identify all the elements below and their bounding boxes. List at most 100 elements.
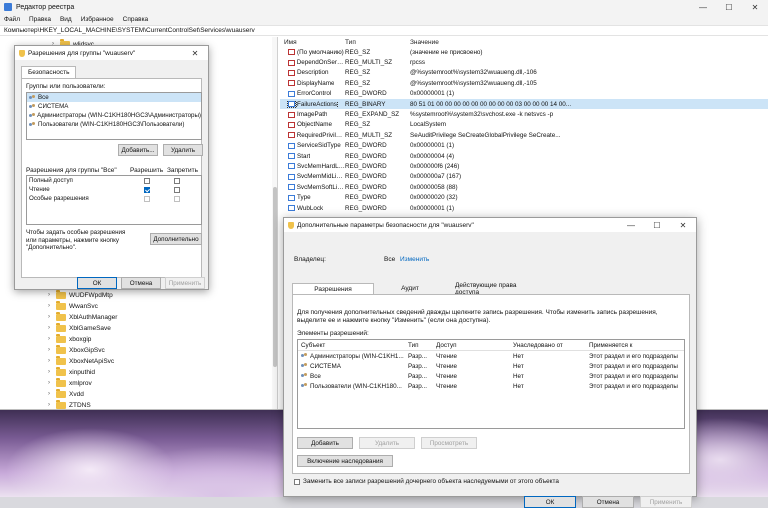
advanced-button[interactable]: Дополнительно <box>150 233 202 245</box>
list-item[interactable]: СИСТЕМА <box>27 102 201 111</box>
ok-button[interactable]: ОК <box>524 496 576 508</box>
replace-checkbox[interactable] <box>294 478 300 485</box>
tree-item[interactable]: › XboxGipSvc <box>48 345 105 355</box>
view-entry-button[interactable]: Просмотреть <box>421 437 477 449</box>
tree-item[interactable]: › Xvdd <box>48 389 84 399</box>
minimize-icon[interactable]: — <box>690 0 716 14</box>
close-icon[interactable]: ✕ <box>182 46 208 60</box>
entry-subject: Все <box>310 372 321 380</box>
maximize-icon[interactable]: ☐ <box>716 0 742 14</box>
value-name-cell: DependOnService <box>280 59 345 66</box>
table-row[interactable]: DisplayName REG_SZ @%systemroot%\system32\… <box>280 78 768 88</box>
remove-entry-button[interactable]: Удалить <box>359 437 415 449</box>
enable-inheritance-button[interactable]: Включение наследования <box>297 455 393 467</box>
deny-checkbox[interactable] <box>174 177 180 184</box>
tree-item[interactable]: › XblGameSave <box>48 323 111 333</box>
column-type[interactable]: Тип <box>408 342 436 349</box>
column-type[interactable]: Тип <box>345 39 410 46</box>
column-name[interactable]: Имя <box>280 39 345 46</box>
menu-edit[interactable]: Правка <box>29 16 51 23</box>
table-row[interactable]: ServiceSidType REG_DWORD 0x00000001 (1) <box>280 141 768 151</box>
menu-view[interactable]: Вид <box>60 16 72 23</box>
address-bar[interactable]: Компьютер\HKEY_LOCAL_MACHINE\SYSTEM\Curr… <box>0 25 768 36</box>
tree-item[interactable]: › xboxgip <box>48 334 91 344</box>
column-access[interactable]: Доступ <box>436 342 513 349</box>
table-row[interactable]: SvcMemMidLim... REG_DWORD 0x000000a7 (167) <box>280 172 768 182</box>
string-value-icon <box>288 80 295 87</box>
menu-file[interactable]: Файл <box>4 16 20 23</box>
chevron-right-icon[interactable]: › <box>48 347 56 353</box>
scrollbar-thumb[interactable] <box>273 187 277 367</box>
close-icon[interactable]: ✕ <box>670 218 696 232</box>
tree-item[interactable]: › xinputhid <box>48 367 95 377</box>
tree-item[interactable]: › XboxNetApiSvc <box>48 356 114 366</box>
table-row[interactable]: SvcMemSoftLim... REG_DWORD 0x00000058 (88) <box>280 182 768 192</box>
list-item[interactable]: Администраторы (WIN-C1KH180HGC3\Админист… <box>27 111 201 120</box>
table-row[interactable]: Type REG_DWORD 0x00000020 (32) <box>280 192 768 202</box>
cancel-button[interactable]: Отмена <box>582 496 634 508</box>
tab-security[interactable]: Безопасность <box>21 66 77 78</box>
entry-applies: Этот раздел и его подразделы <box>589 372 678 380</box>
menu-favorites[interactable]: Избранное <box>81 16 114 23</box>
ok-button[interactable]: ОК <box>77 277 117 289</box>
deny-checkbox[interactable] <box>174 186 180 193</box>
tree-item[interactable]: › WwanSvc <box>48 301 98 311</box>
table-row[interactable]: (По умолчанию) REG_SZ (значение не присвое… <box>280 47 768 57</box>
folder-icon <box>56 378 66 387</box>
column-data[interactable]: Значение <box>410 39 760 46</box>
table-row[interactable]: DependOnService REG_MULTI_SZ rpcss <box>280 57 768 67</box>
list-item[interactable]: Все <box>27 93 201 102</box>
subject-cell: Все <box>298 373 408 380</box>
chevron-right-icon[interactable]: › <box>48 380 56 386</box>
menu-help[interactable]: Справка <box>123 16 149 23</box>
allow-checkbox[interactable] <box>144 177 150 184</box>
tree-item[interactable]: › WUDFWpdMtp <box>48 290 113 300</box>
list-item[interactable]: Пользователи (WIN-C1KH180HGC3\Пользовате… <box>27 120 201 129</box>
tree-scrollbar[interactable] <box>272 37 277 409</box>
owner-change-link[interactable]: Изменить <box>400 256 429 263</box>
chevron-right-icon[interactable]: › <box>48 402 56 408</box>
tab-permissions[interactable]: Разрешения <box>292 283 374 294</box>
tree-item[interactable]: › xmlprov <box>48 378 92 388</box>
tab-audit[interactable]: Аудит <box>374 283 446 294</box>
table-row[interactable]: Все Разр... Чтение Нет Этот раздел и его под… <box>298 371 684 381</box>
chevron-right-icon[interactable]: › <box>48 314 56 320</box>
table-row[interactable]: Start REG_DWORD 0x00000004 (4) <box>280 151 768 161</box>
minimize-icon[interactable]: — <box>618 218 644 232</box>
chevron-right-icon[interactable]: › <box>48 303 56 309</box>
tree-item[interactable]: › XblAuthManager <box>48 312 117 322</box>
tree-item[interactable]: › ZTDNS <box>48 400 91 409</box>
table-row[interactable]: RequiredPrivileg... REG_MULTI_SZ SeAuditPr… <box>280 130 768 140</box>
column-inherited[interactable]: Унаследовано от <box>513 342 589 349</box>
table-row[interactable]: Администраторы (WIN-C1KH1... Разр... Чтени… <box>298 351 684 361</box>
string-value-icon <box>288 132 295 139</box>
close-icon[interactable]: ✕ <box>742 0 768 14</box>
chevron-right-icon[interactable]: › <box>48 358 56 364</box>
cancel-button[interactable]: Отмена <box>121 277 161 289</box>
column-applies[interactable]: Применяется к <box>589 342 684 349</box>
table-row[interactable]: FailureActions REG_BINARY 80 51 01 00 00 0… <box>280 98 768 110</box>
chevron-right-icon[interactable]: › <box>48 325 56 331</box>
apply-button[interactable]: Применить <box>165 277 205 289</box>
maximize-icon[interactable]: ☐ <box>644 218 670 232</box>
add-button[interactable]: Добавить... <box>118 144 158 156</box>
table-row[interactable]: ErrorControl REG_DWORD 0x00000001 (1) <box>280 89 768 99</box>
chevron-right-icon[interactable]: › <box>48 292 56 298</box>
chevron-right-icon[interactable]: › <box>48 336 56 342</box>
apply-button[interactable]: Применить <box>640 496 692 508</box>
tab-effective-access[interactable]: Действующие права доступа <box>446 282 546 296</box>
table-row[interactable]: Description REG_SZ @%systemroot%\system32\… <box>280 68 768 78</box>
table-row[interactable]: SvcMemHardLi... REG_DWORD 0x000000f6 (246) <box>280 161 768 171</box>
folder-icon <box>56 312 66 321</box>
add-entry-button[interactable]: Добавить <box>297 437 353 449</box>
table-row[interactable]: СИСТЕМА Разр... Чтение Нет Этот раздел и его… <box>298 361 684 371</box>
table-row[interactable]: WubLock REG_DWORD 0x00000001 (1) <box>280 203 768 213</box>
chevron-right-icon[interactable]: › <box>48 369 56 375</box>
table-row[interactable]: ObjectName REG_SZ LocalSystem <box>280 120 768 130</box>
table-row[interactable]: Пользователи (WIN-C1KH180... Разр... Чтени… <box>298 381 684 391</box>
table-row[interactable]: ImagePath REG_EXPAND_SZ %systemroot%\syste… <box>280 109 768 119</box>
allow-checkbox[interactable] <box>144 186 150 193</box>
column-subject[interactable]: Субъект <box>298 342 408 349</box>
remove-button[interactable]: Удалить <box>163 144 203 156</box>
chevron-right-icon[interactable]: › <box>48 391 56 397</box>
